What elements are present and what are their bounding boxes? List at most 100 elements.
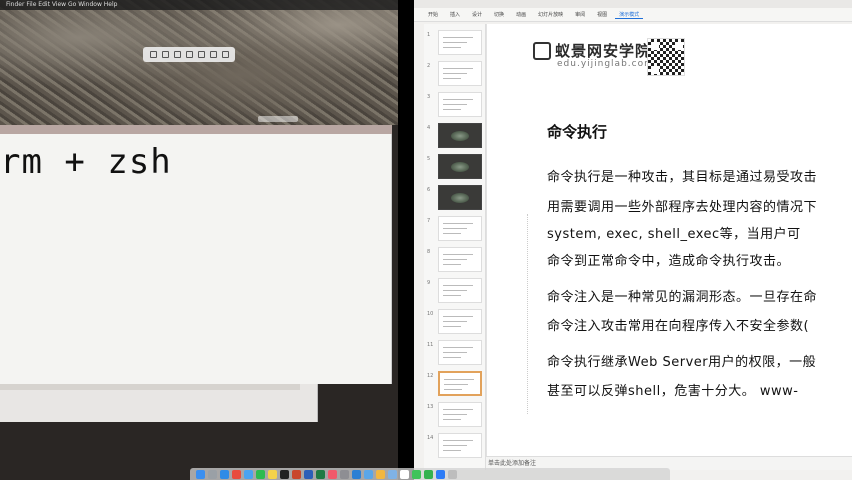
slide-thumbnail[interactable] [438,92,482,117]
slide-thumbnail[interactable] [438,61,482,86]
thumbnail-line [443,285,473,286]
thumbnail-line [443,254,473,255]
thumbnail-line [443,357,461,358]
trash-icon[interactable] [221,51,229,58]
thumbnail-line [443,37,473,38]
crop-icon[interactable] [161,51,169,58]
launchpad-icon[interactable] [208,469,217,479]
slide-number: 13 [427,404,434,410]
slide-thumbnail[interactable] [438,340,482,365]
slide-thumbnail[interactable] [438,185,482,210]
ribbon-tab[interactable]: 切换 [490,11,508,18]
slide-number: 8 [427,249,431,255]
ribbon-tabs: 开始 插入 设计 切换 动画 幻灯片放映 审阅 视图 演示模式 [414,8,852,22]
logo-icon [533,42,551,60]
pen-icon[interactable] [149,51,157,58]
appstore-icon[interactable] [436,469,445,479]
ribbon-tab[interactable]: 演示模式 [615,11,644,19]
slide-number: 10 [427,311,434,317]
slide-thumbnail[interactable] [438,402,482,427]
powerpoint-icon[interactable] [292,469,301,479]
safari-icon[interactable] [220,469,229,479]
slide-thumbnail[interactable] [438,154,482,179]
slide-number: 7 [427,218,431,224]
slide-heading: 命令执行 [547,123,608,141]
shape-icon[interactable] [185,51,193,58]
messages-icon[interactable] [412,469,421,479]
slide-number: 9 [427,280,431,286]
slide-text-line: 命令注入是一种常见的漏洞形态。一旦存在命 [547,290,818,305]
slide-number: 12 [427,373,434,379]
thumbnail-line [443,259,467,260]
desktop-screen: Finder File Edit View Go Window Help rm … [0,0,852,480]
slide-thumbnail[interactable] [438,433,482,458]
slide-number: 3 [427,94,431,100]
ribbon-tab[interactable]: 设计 [468,11,486,18]
notes-icon[interactable] [268,469,277,479]
thumbnail-line [443,440,473,441]
ribbon-tab[interactable]: 审阅 [571,11,589,18]
thumbnail-line [443,419,461,420]
floating-toolbar[interactable] [143,47,235,62]
thumbnail-line [443,109,461,110]
slide-text-line: 命令注入攻击常用在向程序传入不安全参数( [547,319,810,334]
thumbnail-line [443,228,467,229]
preview-icon[interactable] [388,469,397,479]
slide-thumbnail[interactable] [438,123,482,148]
trash-icon[interactable] [448,469,457,479]
thumbnail-line [443,78,461,79]
window-titlebar[interactable] [0,125,392,134]
slide-thumbnail[interactable] [438,309,482,334]
slide-guide [527,214,537,414]
settings-icon[interactable] [340,469,349,479]
desktop-wallpaper [0,0,398,125]
share-icon[interactable] [209,51,217,58]
slide-text-line: 甚至可以反弹shell，危害十分大。 www- [547,384,799,399]
slide-thumbnail[interactable] [438,278,482,303]
wechat-icon[interactable] [256,469,265,479]
thumbnail-line [443,290,467,291]
menu-bar[interactable]: Finder File Edit View Go Window Help [0,0,398,10]
slide-thumbnail[interactable] [438,216,482,241]
slide-text-line: 命令执行继承Web Server用户的权限，一般 [547,355,817,370]
facetime-icon[interactable] [424,469,433,479]
slide-number: 14 [427,435,434,441]
split-divider[interactable] [398,0,414,480]
slide-thumbnail[interactable] [438,30,482,55]
calendar-icon[interactable] [400,469,409,479]
slide-thumbnail[interactable] [438,247,482,272]
folder-icon[interactable] [364,469,373,479]
finder-icon[interactable] [196,469,205,479]
ribbon-tab[interactable]: 幻灯片放映 [534,11,567,18]
slide-number: 4 [427,125,431,131]
vscode-icon[interactable] [352,469,361,479]
slide-number: 1 [427,32,431,38]
word-icon[interactable] [304,469,313,479]
photos-icon[interactable] [376,469,385,479]
chrome-icon[interactable] [232,469,241,479]
thumbnail-line [443,73,467,74]
ribbon-tab[interactable]: 插入 [446,11,464,18]
dock [190,468,670,480]
background-window-shadow [0,384,300,390]
slide-text-line: 用需要调用一些外部程序去处理内容的情况下 [547,200,818,215]
undo-icon[interactable] [197,51,205,58]
excel-icon[interactable] [316,469,325,479]
text-icon[interactable] [173,51,181,58]
thumbnail-line [443,445,467,446]
app-menubar[interactable] [414,0,852,8]
ribbon-tab[interactable]: 视图 [593,11,611,18]
mail-icon[interactable] [244,469,253,479]
terminal-icon[interactable] [280,469,289,479]
thumbnail-line [443,104,467,105]
thumbnail-line [443,47,461,48]
music-icon[interactable] [328,469,337,479]
ribbon-tab[interactable]: 开始 [424,11,442,18]
terminal-window[interactable]: rm + zsh [0,134,392,384]
slide-thumbnail-sidebar[interactable]: 1 2 3 4 5 6 7 8 9 10 11 12 13 14 [424,24,486,470]
slide-thumbnail[interactable] [438,371,482,396]
ribbon-tab[interactable]: 动画 [512,11,530,18]
slide-canvas[interactable]: 蚁景网安学院 edu.yijinglab.com 命令执行 命令执行是一种攻击，… [486,24,852,456]
thumbnail-line [443,295,461,296]
thumbnail-line [443,264,461,265]
